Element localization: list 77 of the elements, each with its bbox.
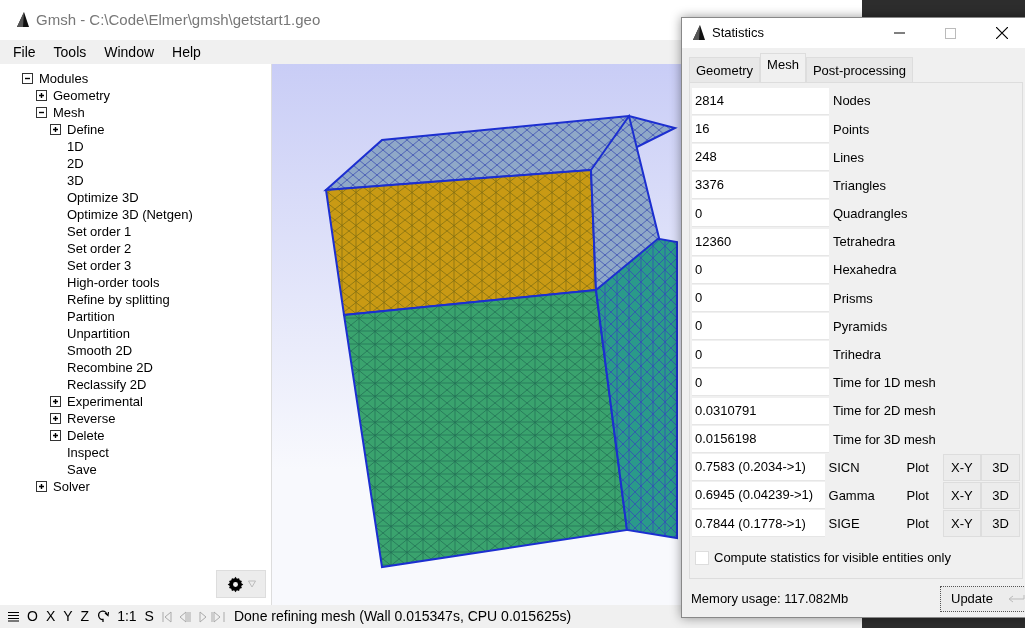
logo-icon xyxy=(692,25,706,41)
menu-item[interactable]: Window xyxy=(101,41,158,63)
stat-label: Quadrangles xyxy=(833,206,908,222)
plot-button[interactable]: X-Y xyxy=(942,454,982,482)
axis-button[interactable]: O xyxy=(27,606,38,627)
logo-icon xyxy=(16,12,30,28)
expand-icon[interactable] xyxy=(50,124,61,135)
dialog-title: Statistics xyxy=(712,24,764,43)
checkbox-label: Compute statistics for visible entities only xyxy=(714,549,951,567)
value-field: 0.7844 (0.1778->1) xyxy=(692,510,825,538)
stat-label: Triangles xyxy=(833,177,886,193)
stat-label: Pyramids xyxy=(833,318,888,334)
expand-icon[interactable] xyxy=(36,90,47,101)
stat-label: Points xyxy=(833,121,870,137)
stat-label: SIGE xyxy=(828,516,860,532)
value-field: 3376 xyxy=(692,172,829,200)
stat-label: Time for 2D mesh xyxy=(833,403,936,419)
update-button[interactable]: Update xyxy=(940,585,1025,612)
stat-label: Time for 1D mesh xyxy=(833,375,936,391)
value-field: 0 xyxy=(692,200,829,228)
value-field: 0 xyxy=(692,341,829,369)
value-field: 0 xyxy=(692,369,829,397)
menu-item[interactable]: Help xyxy=(169,41,204,63)
plot-label: Plot xyxy=(906,487,929,503)
plot-button[interactable]: X-Y xyxy=(942,482,982,510)
stat-label: Time for 3D mesh xyxy=(833,431,936,447)
value-field: 0.6945 (0.04239->1) xyxy=(692,482,825,510)
expand-icon[interactable] xyxy=(50,396,61,407)
settings-icon xyxy=(226,575,244,593)
tab[interactable]: Geometry xyxy=(689,57,761,82)
plot-button[interactable]: X-Y xyxy=(942,510,982,538)
stat-label: SICN xyxy=(828,459,860,475)
menu-icon[interactable] xyxy=(8,611,19,622)
stat-label: Prisms xyxy=(833,290,873,306)
value-field: 248 xyxy=(692,143,829,171)
scale-button[interactable]: 1:1 xyxy=(117,606,137,627)
plot-button[interactable]: 3D xyxy=(981,482,1020,510)
stat-label: Nodes xyxy=(833,93,871,109)
value-field: 12360 xyxy=(692,228,829,256)
plot-label: Plot xyxy=(906,459,929,475)
value-field: 0.0156198 xyxy=(692,425,829,453)
axis-button[interactable]: Y xyxy=(63,606,73,627)
expand-icon[interactable] xyxy=(36,481,47,492)
value-field: 0 xyxy=(692,284,829,312)
stat-label: Lines xyxy=(833,149,865,165)
value-field: 0 xyxy=(692,256,829,284)
collapse-icon[interactable] xyxy=(36,107,47,118)
checkbox[interactable] xyxy=(695,550,709,565)
value-field: 16 xyxy=(692,115,829,143)
tab[interactable]: Mesh xyxy=(760,53,806,82)
settings-button[interactable] xyxy=(216,570,266,598)
collapse-icon[interactable] xyxy=(22,73,33,84)
plot-button[interactable]: 3D xyxy=(981,510,1020,538)
stat-label: Trihedra xyxy=(833,347,881,363)
expand-icon[interactable] xyxy=(50,413,61,424)
axis-button[interactable]: Z xyxy=(80,606,90,627)
stat-label: Tetrahedra xyxy=(833,234,896,250)
tab[interactable]: Post-processing xyxy=(805,57,914,82)
plot-label: Plot xyxy=(906,516,929,532)
value-field: 2814 xyxy=(692,87,829,115)
memory-usage: Memory usage: 117.082Mb xyxy=(691,589,849,608)
plot-button[interactable]: 3D xyxy=(981,454,1020,482)
snapshot-button[interactable]: S xyxy=(144,606,154,627)
dropdown-icon xyxy=(247,580,256,588)
expand-icon[interactable] xyxy=(50,430,61,441)
value-field: 0 xyxy=(692,313,829,341)
menu-item[interactable]: File xyxy=(10,41,39,63)
axis-button[interactable]: X xyxy=(45,606,56,627)
stat-label: Hexahedra xyxy=(833,262,897,278)
menu-item[interactable]: Tools xyxy=(50,41,90,63)
stat-label: Gamma xyxy=(828,487,875,503)
value-field: 0.0310791 xyxy=(692,397,829,425)
status-message: Done refining mesh (Wall 0.015347s, CPU 0.015625s) xyxy=(233,607,572,626)
close-icon[interactable] xyxy=(996,27,1008,39)
value-field: 0.7583 (0.2034->1) xyxy=(692,454,825,482)
rotate-icon[interactable] xyxy=(97,610,110,623)
window-title: Gmsh - C:\Code\Elmer\gmsh\getstart1.geo xyxy=(36,9,321,30)
